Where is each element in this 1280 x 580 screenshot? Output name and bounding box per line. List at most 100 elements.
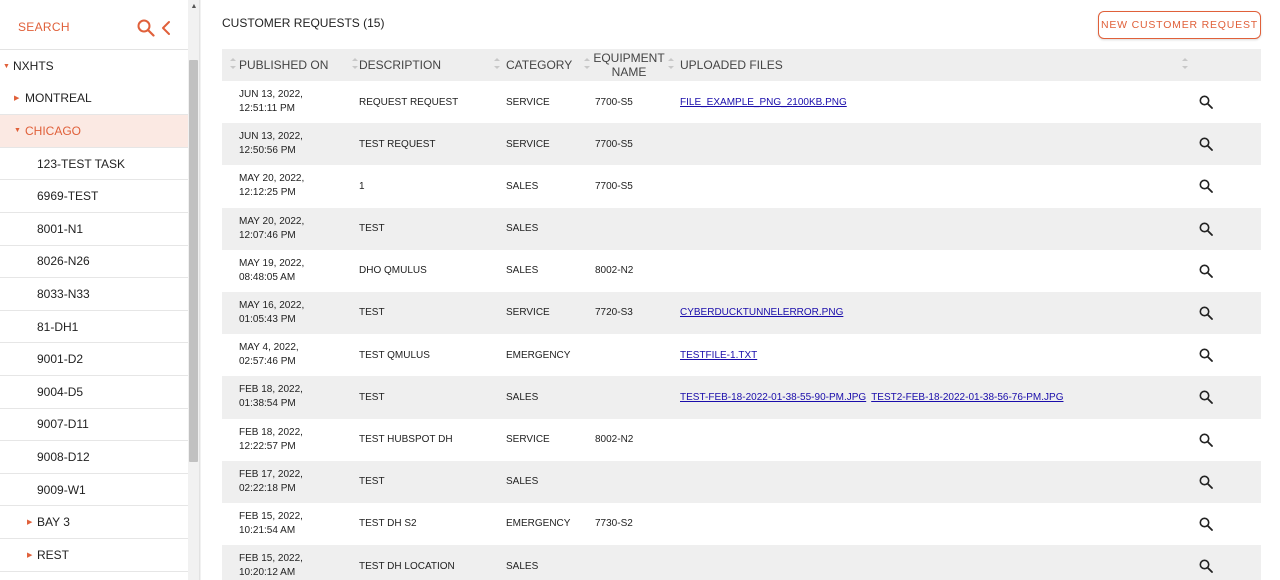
column-label: DESCRIPTION [359,58,442,72]
category-cell: SALES [506,476,539,488]
published-date: MAY 20, 2022, 12:07:46 PM [239,215,304,243]
tree-item[interactable]: ▼ CHICAGO [0,115,188,148]
app: SEARCH ▼ NXHTS ▶ MONTREAL ▼ CHICAGO 123-TEST T… [0,0,1280,580]
tree-item[interactable]: ▶ REST [0,539,188,572]
equipment-cell: 7700-S5 [595,138,633,150]
table-row[interactable]: MAY 16, 2022, 01:05:43 PM TEST SERVICE 7720-… [222,291,1261,335]
caret-down-icon[interactable]: ▼ [14,127,21,134]
file-link[interactable]: FILE_EXAMPLE_PNG_2100KB.PNG [680,97,847,108]
tree-item-label: 9004-D5 [37,384,84,399]
column-header-published[interactable]: PUBLISHED ON [239,49,328,81]
file-link[interactable]: TEST2-FEB-18-2022-01-38-56-76-PM.JPG [871,392,1063,403]
sidebar-scrollbar[interactable]: ▲ [188,0,199,580]
file-link[interactable]: TESTFILE-1.TXT [680,350,757,361]
category-cell: SERVICE [506,434,550,445]
view-search-icon[interactable] [1199,433,1213,447]
view-search-icon[interactable] [1199,222,1213,236]
tree-item[interactable]: 9009-W1 [0,474,188,507]
table-row[interactable]: MAY 4, 2022, 02:57:46 PM TEST QMULUS EMERGE… [222,334,1261,377]
tree-item[interactable]: ▶ BAY 3 [0,506,188,539]
caret-right-icon[interactable]: ▶ [27,551,32,559]
description-cell: TEST HUBSPOT DH [359,434,453,445]
files-cell: TEST-FEB-18-2022-01-38-55-90-PM.JPG TEST2… [680,376,1068,418]
published-cell: FEB 15, 2022, 10:21:54 AM [239,503,303,545]
date-text: FEB 15, 2022, [239,553,303,565]
published-date: FEB 18, 2022, 01:38:54 PM [239,383,303,411]
location-tree: ▼ NXHTS ▶ MONTREAL ▼ CHICAGO 123-TEST TASK 6969… [0,50,199,572]
caret-right-icon[interactable]: ▶ [14,94,19,102]
view-search-icon[interactable] [1199,306,1213,320]
table-row[interactable]: FEB 18, 2022, 01:38:54 PM TEST SALES TEST-FE… [222,376,1261,419]
table-row[interactable]: FEB 15, 2022, 10:21:54 AM TEST DH S2 EMERGE… [222,502,1261,546]
date-text: MAY 16, 2022, [239,299,305,311]
tree-item[interactable]: 9001-D2 [0,343,188,376]
description-cell: TEST QMULUS [359,349,430,361]
sidebar-search-bar[interactable]: SEARCH [0,0,188,50]
date-text: MAY 19, 2022, [239,257,305,269]
category-cell: SERVICE [506,96,550,108]
search-label[interactable]: SEARCH [18,20,70,34]
chevron-left-icon[interactable] [160,20,172,36]
tree-item-label: REST [37,547,70,562]
view-search-icon[interactable] [1199,390,1213,405]
tree-item[interactable]: 9007-D11 [0,409,188,442]
tree-item-label: NXHTS [13,59,54,74]
caret-right-icon[interactable]: ▶ [27,518,32,526]
view-search-icon[interactable] [1199,137,1213,152]
view-search-icon[interactable] [1199,264,1213,278]
description-cell: TEST [359,223,385,235]
tree-item[interactable]: 8001-N1 [0,213,188,246]
table-row[interactable]: JUN 13, 2022, 12:50:56 PM TEST REQUEST SERV… [222,123,1261,166]
table-row[interactable]: MAY 20, 2022, 12:12:25 PM 1 SALES 7700-S5 [222,165,1261,208]
page-title: CUSTOMER REQUESTS (15) [222,16,385,30]
tree-item[interactable]: 81-DH1 [0,311,188,344]
table-row[interactable]: JUN 13, 2022, 12:51:11 PM REQUEST REQUEST S… [222,81,1261,124]
category-cell: SALES [506,180,539,192]
caret-down-icon[interactable]: ▼ [3,63,10,70]
column-header-files[interactable]: UPLOADED FILES [680,49,783,81]
time-text: 10:21:54 AM [239,524,296,536]
tree-root-nxhts[interactable]: ▼ NXHTS [0,50,188,83]
published-cell: MAY 16, 2022, 01:05:43 PM [239,292,304,334]
column-label: NAME [611,65,647,79]
scroll-thumb[interactable] [189,60,198,462]
table-row[interactable]: MAY 20, 2022, 12:07:46 PM TEST SALES [222,207,1261,250]
view-search-icon[interactable] [1199,517,1213,531]
date-text: FEB 17, 2022, [239,468,303,480]
description-cell: TEST [359,307,385,319]
table-row[interactable]: FEB 15, 2022, 10:20:12 AM TEST DH LOCATION… [222,545,1261,580]
table-row[interactable]: FEB 18, 2022, 12:22:57 PM TEST HUBSPOT DH S… [222,418,1261,461]
published-cell: MAY 4, 2022, 02:57:46 PM [239,334,299,376]
tree-item[interactable]: 6969-TEST [0,180,188,213]
search-icon[interactable] [137,19,155,37]
column-header-category[interactable]: CATEGORY [506,49,572,81]
requests-table: PUBLISHED ON DESCRIPTION CATEGORY EQUIPM… [222,49,1261,580]
view-search-icon[interactable] [1199,348,1213,363]
column-header-equipment[interactable]: EQUIPMENT NAME [593,49,664,81]
tree-item[interactable]: 9008-D12 [0,441,188,474]
time-text: 12:50:56 PM [239,145,296,157]
tree-item[interactable]: 8033-N33 [0,278,188,311]
scroll-up-icon[interactable]: ▲ [188,0,199,14]
column-header-description[interactable]: DESCRIPTION [359,49,441,81]
equipment-cell: 7720-S3 [595,307,633,319]
file-link[interactable]: CYBERDUCKTUNNELERROR.PNG [680,307,843,318]
view-search-icon[interactable] [1199,179,1213,194]
tree-item[interactable]: 123-TEST TASK [0,148,188,181]
view-search-icon[interactable] [1199,559,1213,573]
view-search-icon[interactable] [1199,475,1213,489]
table-header: PUBLISHED ON DESCRIPTION CATEGORY EQUIPM… [222,49,1261,81]
date-text: JUN 13, 2022, [239,89,303,100]
published-date: FEB 15, 2022, 10:20:12 AM [239,552,303,580]
column-label: UPLOADED FILES [680,58,783,72]
new-customer-request-button[interactable]: NEW CUSTOMER REQUEST [1098,11,1261,39]
date-text: MAY 20, 2022, [239,215,305,227]
table-row[interactable]: FEB 17, 2022, 02:22:18 PM TEST SALES [222,460,1261,503]
view-search-icon[interactable] [1199,95,1213,109]
tree-item[interactable]: ▶ MONTREAL [0,83,188,116]
tree-item[interactable]: 8026-N26 [0,246,188,279]
description-cell: TEST DH S2 [359,518,417,530]
file-link[interactable]: TEST-FEB-18-2022-01-38-55-90-PM.JPG [680,392,866,403]
tree-item[interactable]: 9004-D5 [0,376,188,409]
table-row[interactable]: MAY 19, 2022, 08:48:05 AM DHO QMULUS SALES 8… [222,249,1261,292]
